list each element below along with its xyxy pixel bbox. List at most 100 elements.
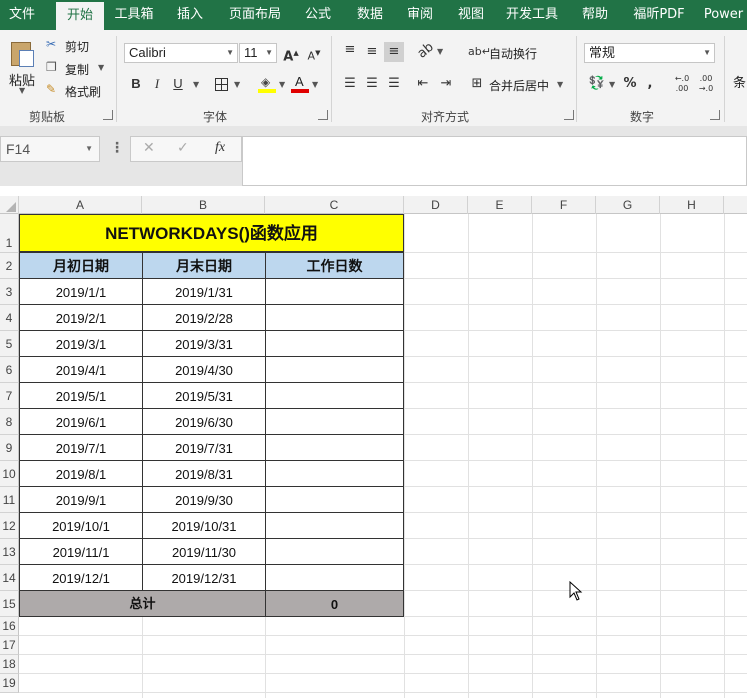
start-date-cell[interactable]: 2019/1/1 [19, 278, 143, 305]
chevron-down-icon[interactable]: ▼ [557, 80, 563, 89]
conditional-format-button[interactable]: 条 [733, 72, 746, 91]
end-date-cell[interactable]: 2019/8/31 [142, 460, 266, 487]
column-header-c[interactable]: C [265, 196, 404, 214]
row-header-13[interactable]: 13 [0, 539, 19, 565]
row-header-9[interactable]: 9 [0, 435, 19, 461]
chevron-down-icon[interactable]: ▼ [193, 80, 199, 89]
font-color-icon[interactable]: A [291, 74, 309, 94]
clipboard-icon[interactable] [8, 38, 36, 68]
cancel-icon[interactable]: ✕ [143, 140, 155, 156]
tab-4[interactable]: 页面布局 [220, 0, 290, 30]
chevron-down-icon[interactable]: ▼ [98, 63, 104, 72]
end-date-cell[interactable]: 2019/10/31 [142, 512, 266, 539]
insert-function-icon[interactable]: fx [215, 140, 225, 156]
row-header-16[interactable]: 16 [0, 617, 19, 636]
align-center-icon[interactable]: ☰ [362, 74, 382, 94]
number-launcher-icon[interactable] [710, 110, 720, 120]
end-date-cell[interactable]: 2019/7/31 [142, 434, 266, 461]
tab-11[interactable]: 福昕PDF [622, 0, 696, 30]
format-painter-button[interactable]: 格式刷 [65, 83, 101, 100]
row-header-14[interactable]: 14 [0, 565, 19, 591]
end-date-cell[interactable]: 2019/1/31 [142, 278, 266, 305]
merge-center-button[interactable]: 合并后居中 [489, 77, 549, 94]
column-header-f[interactable]: F [532, 196, 596, 214]
start-date-cell[interactable]: 2019/11/1 [19, 538, 143, 565]
end-date-cell[interactable]: 2019/11/30 [142, 538, 266, 565]
workdays-cell[interactable] [265, 356, 404, 383]
select-all-corner[interactable] [0, 196, 19, 214]
decrease-font-icon[interactable]: A▼ [304, 43, 324, 63]
start-date-cell[interactable]: 2019/3/1 [19, 330, 143, 357]
workdays-cell[interactable] [265, 278, 404, 305]
bold-button[interactable]: B [126, 74, 146, 94]
row-header-18[interactable]: 18 [0, 655, 19, 674]
decrease-decimal-icon[interactable]: .00 →.0 [696, 74, 716, 94]
row-header-15[interactable]: 15 [0, 591, 19, 617]
workdays-cell[interactable] [265, 382, 404, 409]
start-date-cell[interactable]: 2019/8/1 [19, 460, 143, 487]
row-header-5[interactable]: 5 [0, 331, 19, 357]
workdays-cell[interactable] [265, 304, 404, 331]
wrap-text-icon[interactable]: ab↵ [468, 42, 491, 62]
clipboard-launcher-icon[interactable] [103, 110, 113, 120]
start-date-cell[interactable]: 2019/4/1 [19, 356, 143, 383]
tab-3[interactable]: 插入 [166, 0, 214, 30]
workdays-cell[interactable] [265, 486, 404, 513]
font-launcher-icon[interactable] [318, 110, 328, 120]
align-right-icon[interactable]: ☰ [384, 74, 404, 94]
row-header-4[interactable]: 4 [0, 305, 19, 331]
tab-1[interactable]: 开始 [56, 2, 104, 30]
header-cell-end-date[interactable]: 月末日期 [142, 252, 266, 279]
accounting-format-icon[interactable]: 💱 [587, 74, 607, 94]
column-header-g[interactable]: G [596, 196, 660, 214]
column-header-e[interactable]: E [468, 196, 532, 214]
align-middle-icon[interactable]: ≡ [362, 42, 382, 62]
row-header-1[interactable]: 1 [0, 214, 19, 253]
column-header-h[interactable]: H [660, 196, 724, 214]
chevron-down-icon[interactable]: ▼ [312, 80, 318, 89]
comma-style-icon[interactable]: , [640, 74, 660, 94]
chevron-down-icon[interactable]: ▼ [234, 80, 240, 89]
align-bottom-icon[interactable]: ≡ [384, 42, 404, 62]
row-header-11[interactable]: 11 [0, 487, 19, 513]
percent-icon[interactable]: % [620, 74, 640, 94]
row-header-19[interactable]: 19 [0, 674, 19, 693]
column-header-a[interactable]: A [19, 196, 142, 214]
start-date-cell[interactable]: 2019/12/1 [19, 564, 143, 591]
tab-12[interactable]: Power [700, 0, 747, 30]
header-cell-workdays[interactable]: 工作日数 [265, 252, 404, 279]
workdays-cell[interactable] [265, 564, 404, 591]
row-header-17[interactable]: 17 [0, 636, 19, 655]
title-cell[interactable]: NETWORKDAYS()函数应用 [19, 214, 404, 252]
copy-icon[interactable]: ❐ [46, 60, 57, 74]
end-date-cell[interactable]: 2019/6/30 [142, 408, 266, 435]
cut-icon[interactable]: ✂ [46, 37, 56, 51]
column-header-d[interactable]: D [404, 196, 468, 214]
start-date-cell[interactable]: 2019/5/1 [19, 382, 143, 409]
copy-button[interactable]: 复制 [65, 61, 89, 78]
end-date-cell[interactable]: 2019/12/31 [142, 564, 266, 591]
end-date-cell[interactable]: 2019/2/28 [142, 304, 266, 331]
align-left-icon[interactable]: ☰ [340, 74, 360, 94]
start-date-cell[interactable]: 2019/7/1 [19, 434, 143, 461]
row-header-12[interactable]: 12 [0, 513, 19, 539]
format-painter-icon[interactable]: ✎ [46, 82, 56, 96]
merge-center-icon[interactable]: ⊞ [467, 74, 487, 94]
header-cell-start-date[interactable]: 月初日期 [19, 252, 143, 279]
tab-2[interactable]: 工具箱 [108, 0, 160, 30]
borders-icon[interactable] [215, 78, 228, 91]
tab-6[interactable]: 数据 [348, 0, 392, 30]
tab-5[interactable]: 公式 [296, 0, 340, 30]
name-box[interactable]: F14 ▼ [0, 136, 100, 162]
end-date-cell[interactable]: 2019/9/30 [142, 486, 266, 513]
column-header-b[interactable]: B [142, 196, 265, 214]
formula-input[interactable] [242, 136, 747, 186]
font-name-combo[interactable]: Calibri ▼ [124, 43, 238, 63]
workdays-cell[interactable] [265, 512, 404, 539]
decrease-indent-icon[interactable]: ⇤ [413, 74, 433, 94]
workdays-cell[interactable] [265, 434, 404, 461]
cut-button[interactable]: 剪切 [65, 38, 89, 55]
start-date-cell[interactable]: 2019/6/1 [19, 408, 143, 435]
italic-button[interactable]: I [147, 74, 167, 94]
chevron-down-icon[interactable]: ▼ [437, 47, 443, 56]
